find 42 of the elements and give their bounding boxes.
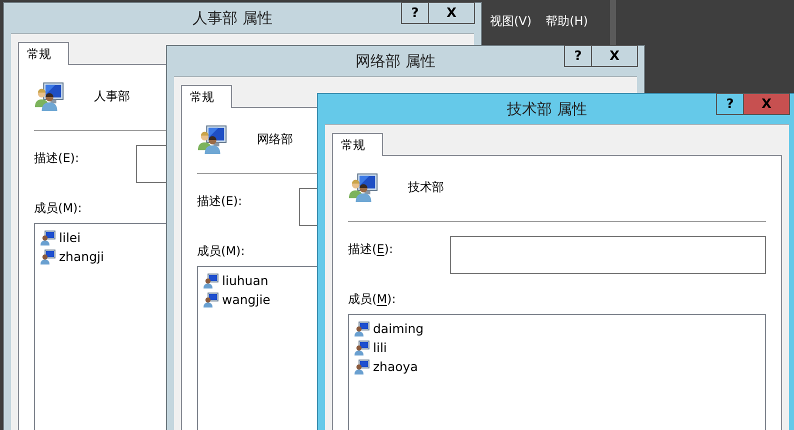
group-name: 技术部: [408, 178, 444, 196]
close-button[interactable]: X: [744, 93, 790, 115]
member-item[interactable]: zhangji: [59, 249, 104, 264]
member-item[interactable]: lili: [373, 340, 387, 355]
window-title: 网络部 属性: [356, 52, 436, 70]
group-name: 网络部: [257, 130, 293, 148]
members-label: 成员(M):: [197, 243, 246, 260]
members-list[interactable]: daiming lili zhaoya: [348, 314, 766, 430]
user-icon: [354, 340, 370, 356]
close-button[interactable]: X: [429, 2, 475, 24]
members-label: 成员(M):: [348, 291, 397, 308]
help-button[interactable]: ?: [564, 45, 592, 67]
tab[interactable]: 常规: [18, 42, 69, 65]
member-item[interactable]: lilei: [59, 230, 81, 245]
tab[interactable]: 常规: [181, 85, 232, 108]
member-item[interactable]: wangjie: [222, 292, 270, 307]
user-group-icon: [348, 172, 379, 202]
member-item[interactable]: daiming: [373, 321, 424, 336]
tab[interactable]: 常规: [332, 133, 383, 156]
user-group-icon: [34, 80, 65, 112]
user-group-icon: [197, 124, 228, 154]
description-field[interactable]: [450, 236, 766, 274]
close-button[interactable]: X: [592, 45, 638, 67]
user-icon: [354, 358, 370, 374]
members-label: 成员(M):: [34, 200, 83, 217]
user-icon: [40, 230, 56, 246]
help-button[interactable]: ?: [716, 93, 744, 115]
group-name: 人事部: [94, 88, 130, 104]
user-icon: [354, 320, 370, 336]
user-icon: [203, 292, 219, 308]
description-label: 描述(E):: [34, 150, 80, 167]
member-item[interactable]: liuhuan: [222, 273, 268, 288]
description-label: 描述(E):: [197, 193, 244, 210]
description-label: 描述(E):: [348, 241, 394, 258]
member-item[interactable]: zhaoya: [373, 359, 418, 374]
user-icon: [203, 272, 219, 288]
menu-item[interactable]: 帮助(H): [546, 13, 588, 30]
user-icon: [40, 248, 56, 264]
menu-item[interactable]: 视图(V): [490, 13, 532, 30]
window-title: 技术部 属性: [507, 100, 587, 118]
window-title: 人事部 属性: [192, 8, 272, 28]
help-button[interactable]: ?: [401, 2, 429, 24]
